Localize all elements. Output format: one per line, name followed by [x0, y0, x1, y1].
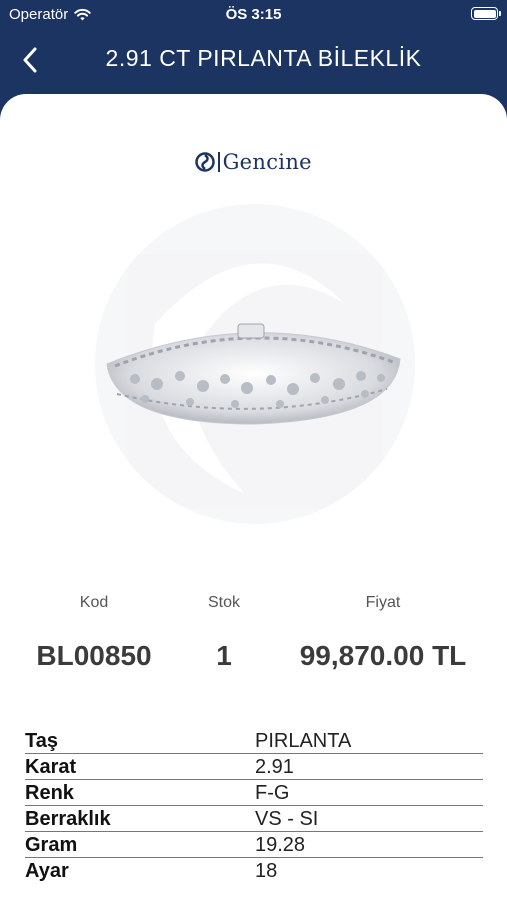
- brand-name: Gencine: [222, 150, 312, 174]
- spec-row-karat: Ayar 18: [25, 858, 483, 884]
- spec-key: Berraklık: [25, 808, 111, 830]
- code-label: Kod: [79, 594, 109, 611]
- brand-logo: Gencine: [0, 150, 507, 174]
- price-column: Fiyat 99,870.00 TL: [280, 594, 486, 671]
- battery-icon: [471, 7, 501, 20]
- spec-value: 2.91: [255, 756, 294, 778]
- page-title: 2.91 CT PIRLANTA BİLEKLİK: [105, 45, 422, 71]
- code-value: BL00850: [36, 640, 152, 671]
- spec-value: 19.28: [255, 834, 306, 856]
- bracelet-image: [95, 204, 415, 524]
- gencine-logo-icon: [195, 152, 215, 172]
- price-value: 99,870.00 TL: [299, 640, 467, 671]
- brand-divider: [218, 152, 220, 172]
- spec-key: Gram: [25, 834, 78, 856]
- status-bar: Operatör ÖS 3:15: [0, 0, 507, 28]
- spec-value: VS - SI: [255, 808, 319, 830]
- status-time: ÖS 3:15: [225, 6, 282, 23]
- product-detail-sheet: Gencine Kod BL00850 Stok 1 Fiyat 99,870.…: [0, 94, 507, 900]
- spec-value: PIRLANTA: [255, 730, 352, 752]
- navigation-bar: 2.91 CT PIRLANTA BİLEKLİK: [0, 28, 507, 94]
- stock-label: Stok: [207, 594, 240, 611]
- spec-row-carat: Karat 2.91: [25, 754, 483, 780]
- spec-row-gram: Gram 19.28: [25, 832, 483, 858]
- spec-value: F-G: [255, 782, 290, 804]
- spec-row-clarity: Berraklık VS - SI: [25, 806, 483, 832]
- stock-column: Stok 1: [182, 594, 266, 671]
- spec-key: Ayar: [25, 860, 69, 882]
- spec-key: Taş: [25, 730, 58, 752]
- spec-value: 18: [255, 860, 278, 882]
- spec-row-stone: Taş PIRLANTA: [25, 728, 483, 754]
- spec-row-color: Renk F-G: [25, 780, 483, 806]
- code-column: Kod BL00850: [20, 594, 168, 671]
- spec-key: Renk: [25, 782, 74, 804]
- price-label: Fiyat: [365, 594, 401, 611]
- spec-key: Karat: [25, 756, 77, 778]
- stock-value: 1: [216, 640, 232, 671]
- product-image[interactable]: [95, 194, 415, 544]
- specs-table: Taş PIRLANTA Karat 2.91 Renk F-G Berrakl…: [25, 728, 483, 884]
